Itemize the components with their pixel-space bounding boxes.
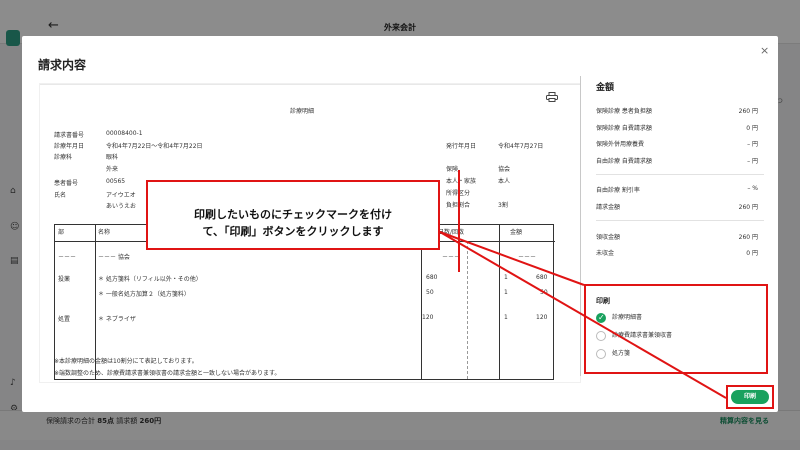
instruction-callout: 印刷したいものにチェックマークを付け て、「印刷」ボタンをクリックします	[146, 180, 440, 250]
issue-label: 発行年月日	[446, 143, 477, 150]
table-row-count: 1	[504, 274, 508, 281]
date-label: 診療年月日	[54, 143, 85, 150]
table-row-name: ＊ 一般名処方加算２（処方箋料）	[98, 291, 190, 298]
table-row-insurer: －－－ 協会	[98, 254, 130, 261]
note-line: ※本診療明細の金額は10割分にて表記しております。	[54, 358, 198, 365]
divider	[580, 76, 581, 376]
insurance-label: 保険	[446, 166, 459, 173]
self-family-value: 本人	[498, 178, 511, 185]
table-row-amount: 680	[536, 274, 548, 281]
table-row-count: 1	[504, 289, 508, 296]
table-row-points: 120	[422, 314, 434, 321]
burden-label: 負担割合	[446, 202, 471, 209]
table-row-count: 1	[504, 314, 508, 321]
outpatient-value: 外来	[106, 166, 119, 173]
instruction-text: 印刷したいものにチェックマークを付け て、「印刷」ボタンをクリックします	[194, 208, 392, 238]
table-row-points: 50	[426, 289, 434, 296]
statement-title: 診療明細	[289, 108, 314, 115]
table-row-part: 投薬	[58, 276, 71, 283]
divider	[596, 220, 764, 221]
table-row-dash-count: －－－	[442, 254, 461, 261]
table-row-dash: －－－	[58, 254, 77, 261]
insurance-value: 協会	[498, 166, 511, 173]
print-options-panel: 印刷 診療明細書 診療費請求書兼領収書 処方箋	[584, 284, 768, 374]
printer-icon[interactable]	[546, 92, 558, 102]
table-row-points: 680	[426, 274, 438, 281]
print-button[interactable]: 印刷	[731, 390, 769, 404]
table-row-dash-amount: －－－	[518, 254, 537, 261]
invoice-no: 00008400-1	[106, 130, 143, 137]
radio-icon[interactable]	[596, 330, 606, 341]
modal-title: 請求内容	[38, 58, 87, 72]
patient-no: 00565	[106, 178, 126, 185]
print-option-statement[interactable]: 診療明細書	[596, 312, 642, 323]
name-label: 氏名	[54, 192, 67, 199]
table-row-name: ＊ 処方箋料（リフィル以外・その他）	[98, 276, 202, 283]
print-option-receipt[interactable]: 診療費請求書兼領収書	[596, 330, 672, 341]
dept-label: 診療科	[54, 154, 73, 161]
table-header-count: 日数/回数	[438, 229, 465, 236]
income-label: 所得区分	[446, 190, 471, 197]
self-family-label: 本人・家族	[446, 178, 477, 185]
name-kana: アイウエオ	[106, 192, 136, 199]
print-option-prescription[interactable]: 処方箋	[596, 348, 630, 359]
patient-no-label: 患者番号	[54, 180, 79, 187]
burden-value: 3割	[498, 202, 508, 209]
amount-title: 金額	[596, 83, 615, 93]
divider	[596, 174, 764, 175]
note-line: ※端数調整のため、診療費請求書兼領収書の請求金額と一致しない場合があります。	[54, 370, 281, 377]
issue-date: 令和4年7月27日	[498, 143, 544, 150]
close-icon[interactable]: ×	[760, 44, 769, 57]
checked-radio-icon[interactable]	[596, 312, 606, 323]
table-row-amount: 50	[540, 289, 548, 296]
radio-icon[interactable]	[596, 348, 606, 359]
dept-value: 眼科	[106, 154, 119, 161]
print-button-highlight: 印刷	[726, 385, 774, 409]
table-row-part: 処置	[58, 316, 71, 323]
table-header-part: 部	[58, 229, 65, 236]
table-row-name: ＊ ネブライザ	[98, 316, 136, 323]
date-value: 令和4年7月22日～令和4年7月22日	[106, 143, 203, 150]
name-value: あいうえお	[106, 203, 137, 210]
invoice-no-label: 請求書番号	[54, 132, 85, 139]
table-header-name: 名称	[98, 229, 111, 236]
table-header-amount: 金額	[510, 229, 523, 236]
print-title: 印刷	[596, 297, 610, 305]
table-row-amount: 120	[536, 314, 548, 321]
